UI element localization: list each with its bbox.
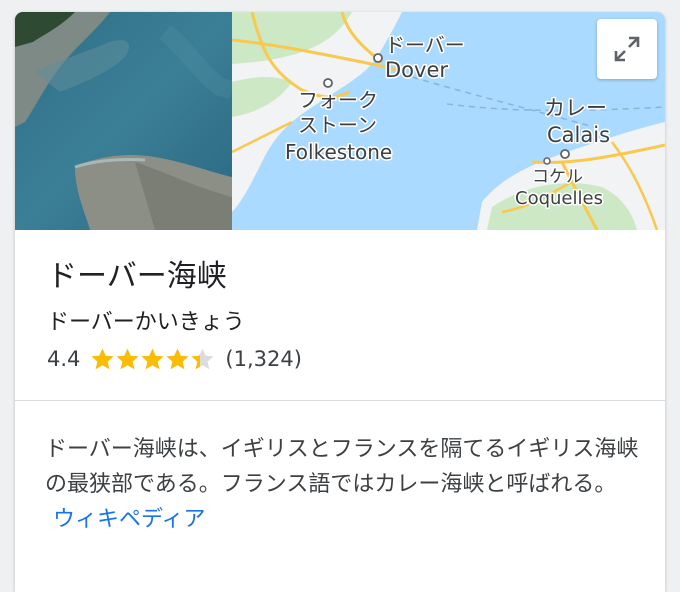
rating-row[interactable]: 4.4 (1,324) (47, 343, 302, 375)
map-label-folkestone-ja-1: フォーク (298, 88, 378, 112)
calais-marker[interactable] (560, 149, 570, 159)
map-label-coquelles: Coquelles (515, 188, 603, 209)
folkestone-marker[interactable] (323, 78, 333, 88)
map-label-dover: Dover (385, 58, 448, 82)
place-title: ドーバー海峡 (47, 259, 227, 294)
satellite-image[interactable] (15, 12, 232, 230)
expand-arrows-icon (614, 36, 640, 62)
map-label-folkestone-ja-2: ストーン (298, 113, 377, 137)
expand-map-button[interactable] (597, 19, 657, 79)
place-info: ドーバー海峡 ドーバーかいきょう 4.4 (1,324) (15, 230, 665, 400)
description-text: ドーバー海峡は、イギリスとフランスを隔てるイギリス海峡の最狭部である。フランス語… (45, 437, 639, 497)
knowledge-panel-card: ドーバー Dover フォーク ストーン Folkestone カレー Cala… (15, 12, 665, 592)
description: ドーバー海峡は、イギリスとフランスを隔てるイギリス海峡の最狭部である。フランス語… (45, 432, 645, 537)
place-reading: ドーバーかいきょう (47, 310, 245, 335)
map-label-folkestone: Folkestone (285, 140, 392, 164)
star-icon (166, 348, 189, 369)
map-label-calais: Calais (547, 123, 610, 147)
star-icon (91, 348, 114, 369)
star-icon (141, 348, 164, 369)
coquelles-marker[interactable] (543, 157, 551, 165)
star-icon (191, 348, 214, 369)
star-icon (116, 348, 139, 369)
map-label-dover-ja: ドーバー (385, 33, 465, 57)
rating-score: 4.4 (47, 347, 81, 371)
review-count[interactable]: (1,324) (225, 347, 302, 371)
rating-stars (90, 347, 215, 372)
section-divider (15, 400, 665, 401)
dover-marker[interactable] (373, 53, 383, 63)
wikipedia-link[interactable]: ウィキペディア (53, 507, 205, 532)
map-label-calais-ja: カレー (544, 96, 607, 120)
map-label-coquelles-ja: コケル (532, 167, 583, 187)
hero-images: ドーバー Dover フォーク ストーン Folkestone カレー Cala… (15, 12, 665, 230)
